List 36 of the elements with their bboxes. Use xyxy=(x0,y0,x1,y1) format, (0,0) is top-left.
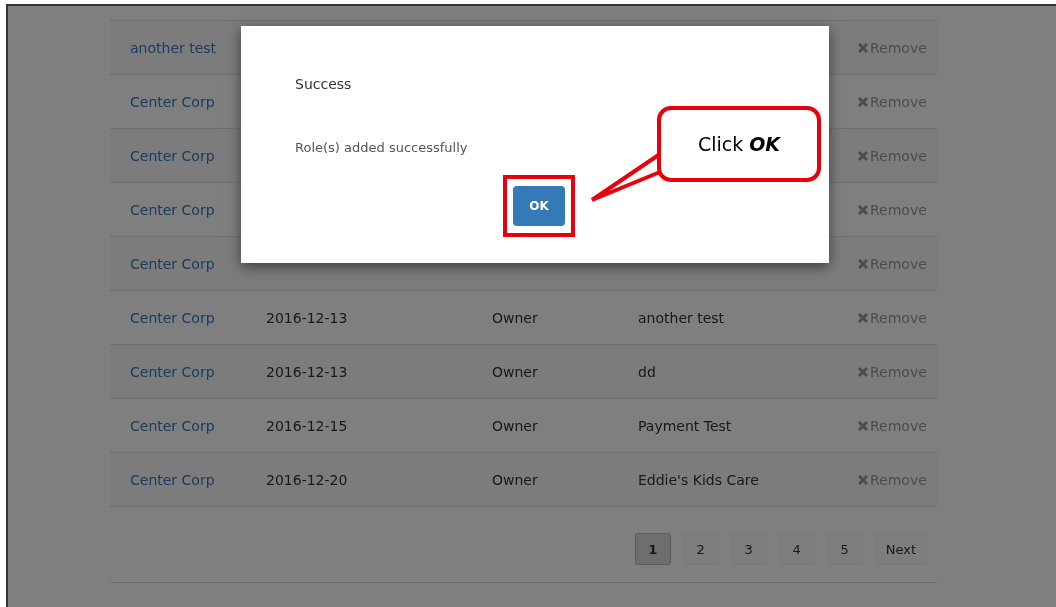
close-icon xyxy=(857,203,869,216)
dialog-title: Success xyxy=(295,76,353,92)
page-button[interactable]: 2 xyxy=(682,533,719,565)
close-icon xyxy=(857,41,869,54)
ok-button[interactable]: OK xyxy=(513,186,565,226)
close-icon xyxy=(857,95,869,108)
close-icon xyxy=(857,419,869,432)
company-link[interactable]: Center Corp xyxy=(130,471,266,488)
company-link[interactable]: Center Corp xyxy=(130,363,266,380)
table-cell-text: 2016-12-13 xyxy=(266,309,349,326)
table-cell-text: 2016-12-20 xyxy=(266,471,349,488)
page-button[interactable]: 3 xyxy=(730,533,767,565)
company-link[interactable]: Center Corp xyxy=(130,255,266,272)
table-cell-text: Owner xyxy=(492,309,539,326)
callout-text: Click OK xyxy=(697,133,781,155)
page-button[interactable]: 4 xyxy=(778,533,815,565)
table-cell-text: Owner xyxy=(492,363,539,380)
table-cell-text: 2016-12-15 xyxy=(266,417,349,434)
close-icon xyxy=(857,473,869,486)
page-button[interactable]: 1 xyxy=(634,533,671,565)
close-icon xyxy=(857,257,869,270)
next-button[interactable]: Next xyxy=(874,533,927,565)
table-cell-text: another test xyxy=(638,309,726,326)
table-cell-text: dd xyxy=(638,363,657,380)
close-icon xyxy=(857,311,869,324)
table-cell-text: 2016-12-13 xyxy=(266,363,349,380)
dialog-message: Role(s) added successfully xyxy=(295,140,468,155)
table-cell-text: Owner xyxy=(492,471,539,488)
page-button[interactable]: 5 xyxy=(826,533,863,565)
table-cell-text: Owner xyxy=(492,417,539,434)
close-icon xyxy=(857,149,869,162)
company-link[interactable]: Center Corp xyxy=(130,309,266,326)
table-cell-text: Eddie's Kids Care xyxy=(638,471,760,488)
table-cell-text: Payment Test xyxy=(638,417,733,434)
company-link[interactable]: Center Corp xyxy=(130,417,266,434)
close-icon xyxy=(857,365,869,378)
